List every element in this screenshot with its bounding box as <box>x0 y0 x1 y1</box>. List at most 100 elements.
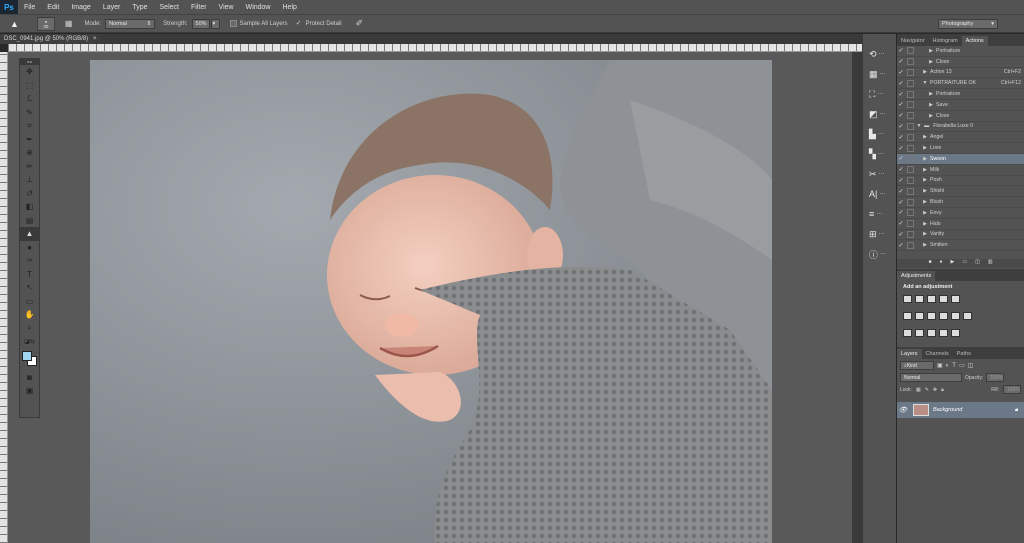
menu-help[interactable]: Help <box>277 4 303 11</box>
protect-detail-checkbox[interactable]: ✓ <box>296 20 303 27</box>
dialog-toggle[interactable] <box>907 68 914 76</box>
info-panel-icon[interactable]: ▙ ··· <box>863 124 895 144</box>
action-row[interactable]: ✓ ▶ Swoon <box>897 153 1024 165</box>
tab-paths[interactable]: Paths <box>953 349 975 359</box>
menu-window[interactable]: Window <box>240 4 277 11</box>
type-tool-icon[interactable]: T <box>20 268 39 282</box>
check-icon[interactable]: ✓ <box>897 123 905 130</box>
brush-presets-panel-icon[interactable]: ⛶ ··· <box>863 84 895 104</box>
healing-brush-tool-icon[interactable]: ⊕ <box>20 146 39 160</box>
filter-type-icon[interactable]: T <box>952 363 956 369</box>
action-row[interactable]: ✓ ▶ Shishi <box>897 186 1024 198</box>
dialog-toggle[interactable] <box>907 230 914 238</box>
vertical-scrollbar[interactable] <box>852 52 862 543</box>
dialog-toggle[interactable] <box>907 101 914 109</box>
play-icon[interactable]: ▶ <box>951 259 955 268</box>
sample-all-layers-checkbox[interactable] <box>229 20 237 27</box>
action-row[interactable]: ✓ ▶ Close <box>897 57 1024 68</box>
check-icon[interactable]: ✓ <box>897 145 905 152</box>
sharpen-tool-icon[interactable]: ▲ <box>20 227 39 241</box>
check-icon[interactable]: ✓ <box>897 177 905 184</box>
black-white-icon[interactable] <box>927 312 936 320</box>
crop-tool-icon[interactable]: ⌗ <box>20 119 39 133</box>
character-styles-panel-icon[interactable]: A| ··· <box>863 184 895 204</box>
check-icon[interactable]: ✓ <box>897 47 905 54</box>
action-row[interactable]: ✓ ▶ Blush <box>897 197 1024 208</box>
swatches-panel-icon[interactable]: ▦ ··· <box>863 64 895 84</box>
brightness-icon[interactable] <box>903 295 912 303</box>
collapsed-triangle-icon[interactable]: ▶ <box>922 210 928 216</box>
dialog-toggle[interactable] <box>907 241 914 249</box>
gradient-map-icon[interactable] <box>939 329 948 337</box>
action-row[interactable]: ✓ ▶ Love <box>897 143 1024 154</box>
action-row[interactable]: ✓ ▶ Portraiture <box>897 89 1024 100</box>
close-icon[interactable]: × <box>93 36 97 42</box>
collapsed-triangle-icon[interactable]: ▶ <box>928 102 934 108</box>
mode-select[interactable]: Normal ⇕ <box>105 18 156 29</box>
tab-actions[interactable]: Actions <box>961 36 988 46</box>
collapsed-triangle-icon[interactable]: ▶ <box>922 231 928 237</box>
filter-smart-icon[interactable]: ◫ <box>968 362 974 369</box>
default-colors-icon[interactable]: ◪⇆ <box>20 335 39 349</box>
dialog-toggle[interactable] <box>907 47 914 55</box>
collapsed-triangle-icon[interactable]: ▶ <box>922 134 928 140</box>
layer-row-background[interactable]: 👁︎ Background 🔒︎ <box>897 402 1024 418</box>
collapsed-triangle-icon[interactable]: ▶ <box>922 167 928 173</box>
action-row[interactable]: ✓ ▶ Vanity <box>897 230 1024 241</box>
action-row[interactable]: ✓ ▼ ▬ Florabella Luxe II <box>897 122 1024 133</box>
check-icon[interactable]: ✓ <box>897 80 905 87</box>
collapsed-triangle-icon[interactable]: ▶ <box>928 113 934 119</box>
record-icon[interactable]: ● <box>939 259 942 268</box>
invert-icon[interactable] <box>903 329 912 337</box>
menu-image[interactable]: Image <box>65 4 96 11</box>
collapsed-triangle-icon[interactable]: ▶ <box>922 188 928 194</box>
channel-mixer-icon[interactable] <box>951 312 960 320</box>
history-brush-tool-icon[interactable]: ↺ <box>20 187 39 201</box>
menu-filter[interactable]: Filter <box>185 4 213 11</box>
action-row[interactable]: ✓ ▶ Milk <box>897 165 1024 176</box>
collapsed-triangle-icon[interactable]: ▶ <box>922 145 928 151</box>
curves-icon[interactable] <box>927 295 936 303</box>
check-icon[interactable]: ✓ <box>897 166 905 173</box>
menu-edit[interactable]: Edit <box>41 4 65 11</box>
stop-icon[interactable]: ■ <box>928 259 931 268</box>
dialog-toggle[interactable] <box>907 122 914 130</box>
filter-shape-icon[interactable]: ▭ <box>959 362 965 369</box>
menu-type[interactable]: Type <box>126 4 153 11</box>
info-icon[interactable]: ⓘ ··· <box>863 244 895 264</box>
check-icon[interactable]: ✓ <box>897 58 905 65</box>
path-selection-tool-icon[interactable]: ↖ <box>20 281 39 295</box>
lock-all-icon[interactable]: 🔒︎ <box>941 387 944 393</box>
check-icon[interactable]: ✓ <box>897 231 905 238</box>
collapsed-triangle-icon[interactable]: ▶ <box>922 156 928 162</box>
strength-slider-toggle[interactable]: ▾ <box>210 18 220 29</box>
threshold-icon[interactable] <box>927 329 936 337</box>
dialog-toggle[interactable] <box>907 58 914 66</box>
action-row[interactable]: ✓ ▶ Envy <box>897 208 1024 219</box>
brush-panel-icon[interactable]: ▦ <box>65 19 73 28</box>
tool-preset-picker[interactable]: ▲ <box>10 19 19 29</box>
pressure-strength-icon[interactable]: ✐ <box>356 18 364 29</box>
collapsed-triangle-icon[interactable]: ▶ <box>922 221 928 227</box>
check-icon[interactable]: ✓ <box>897 112 905 119</box>
color-balance-icon[interactable] <box>915 312 924 320</box>
lock-pixels-icon[interactable]: ✎ <box>925 387 929 393</box>
menu-layer[interactable]: Layer <box>97 4 127 11</box>
hue-saturation-icon[interactable] <box>903 312 912 320</box>
dodge-tool-icon[interactable]: ● <box>20 241 39 255</box>
brush-tool-icon[interactable]: ✏ <box>20 160 39 174</box>
kind-filter-select[interactable]: ⌕ Kind <box>900 361 934 370</box>
check-icon[interactable]: ✓ <box>897 91 905 98</box>
collapsed-triangle-icon[interactable]: ▶ <box>922 242 928 248</box>
new-set-icon[interactable]: ▭ <box>962 259 967 268</box>
zoom-tool-icon[interactable]: ⌕ <box>20 322 39 336</box>
history-panel-icon[interactable]: ⟲ ··· <box>863 44 895 64</box>
tab-histogram[interactable]: Histogram <box>929 36 962 46</box>
check-icon[interactable]: ✓ <box>897 101 905 108</box>
filter-adjust-icon[interactable]: ◐ <box>946 363 950 369</box>
action-row[interactable]: ✓ ▶ Halo <box>897 219 1024 230</box>
screen-mode-icon[interactable]: ▣ <box>20 384 39 398</box>
menu-select[interactable]: Select <box>154 4 185 11</box>
dialog-toggle[interactable] <box>907 187 914 195</box>
collapsed-triangle-icon[interactable]: ▶ <box>922 69 928 75</box>
